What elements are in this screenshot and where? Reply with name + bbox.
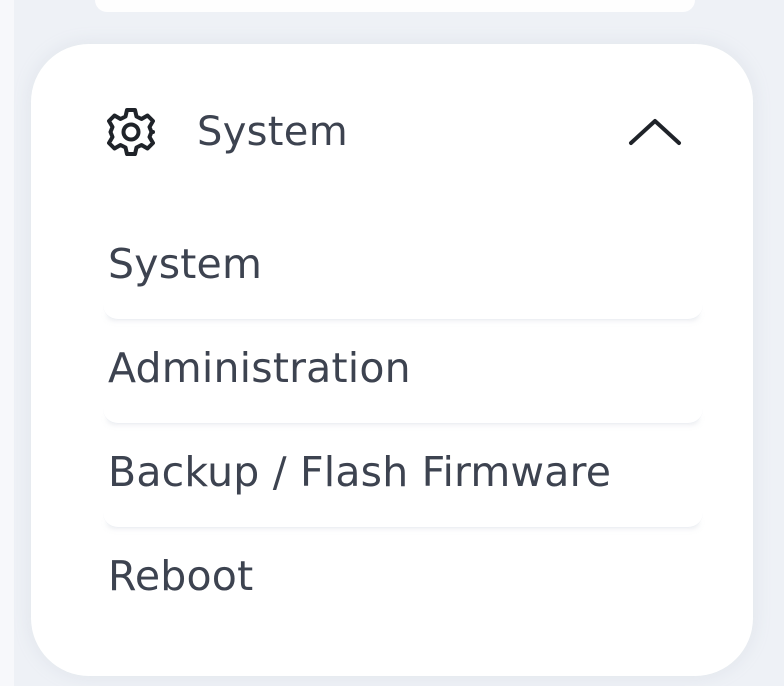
previous-card-edge (95, 0, 695, 12)
page-background: System System Administration Backup / Fl… (0, 0, 784, 686)
submenu-divider (103, 513, 703, 528)
submenu-item-administration[interactable]: Administration (103, 338, 703, 442)
system-menu-title: System (197, 109, 348, 155)
submenu-item-reboot[interactable]: Reboot (103, 546, 703, 650)
system-submenu: System Administration Backup / Flash Fir… (103, 234, 703, 650)
gear-icon (103, 104, 159, 160)
submenu-item-backup-flash-firmware[interactable]: Backup / Flash Firmware (103, 442, 703, 546)
submenu-item-label: System (108, 240, 263, 288)
submenu-item-label: Reboot (108, 552, 254, 600)
submenu-item-label: Backup / Flash Firmware (108, 448, 612, 496)
system-menu-header[interactable]: System (103, 100, 703, 164)
submenu-item-label: Administration (108, 344, 411, 392)
left-edge-shade (0, 0, 14, 686)
submenu-divider (103, 305, 703, 320)
chevron-up-icon[interactable] (627, 114, 683, 150)
submenu-item-system[interactable]: System (103, 234, 703, 338)
submenu-divider (103, 409, 703, 424)
system-menu-card: System System Administration Backup / Fl… (31, 44, 753, 676)
